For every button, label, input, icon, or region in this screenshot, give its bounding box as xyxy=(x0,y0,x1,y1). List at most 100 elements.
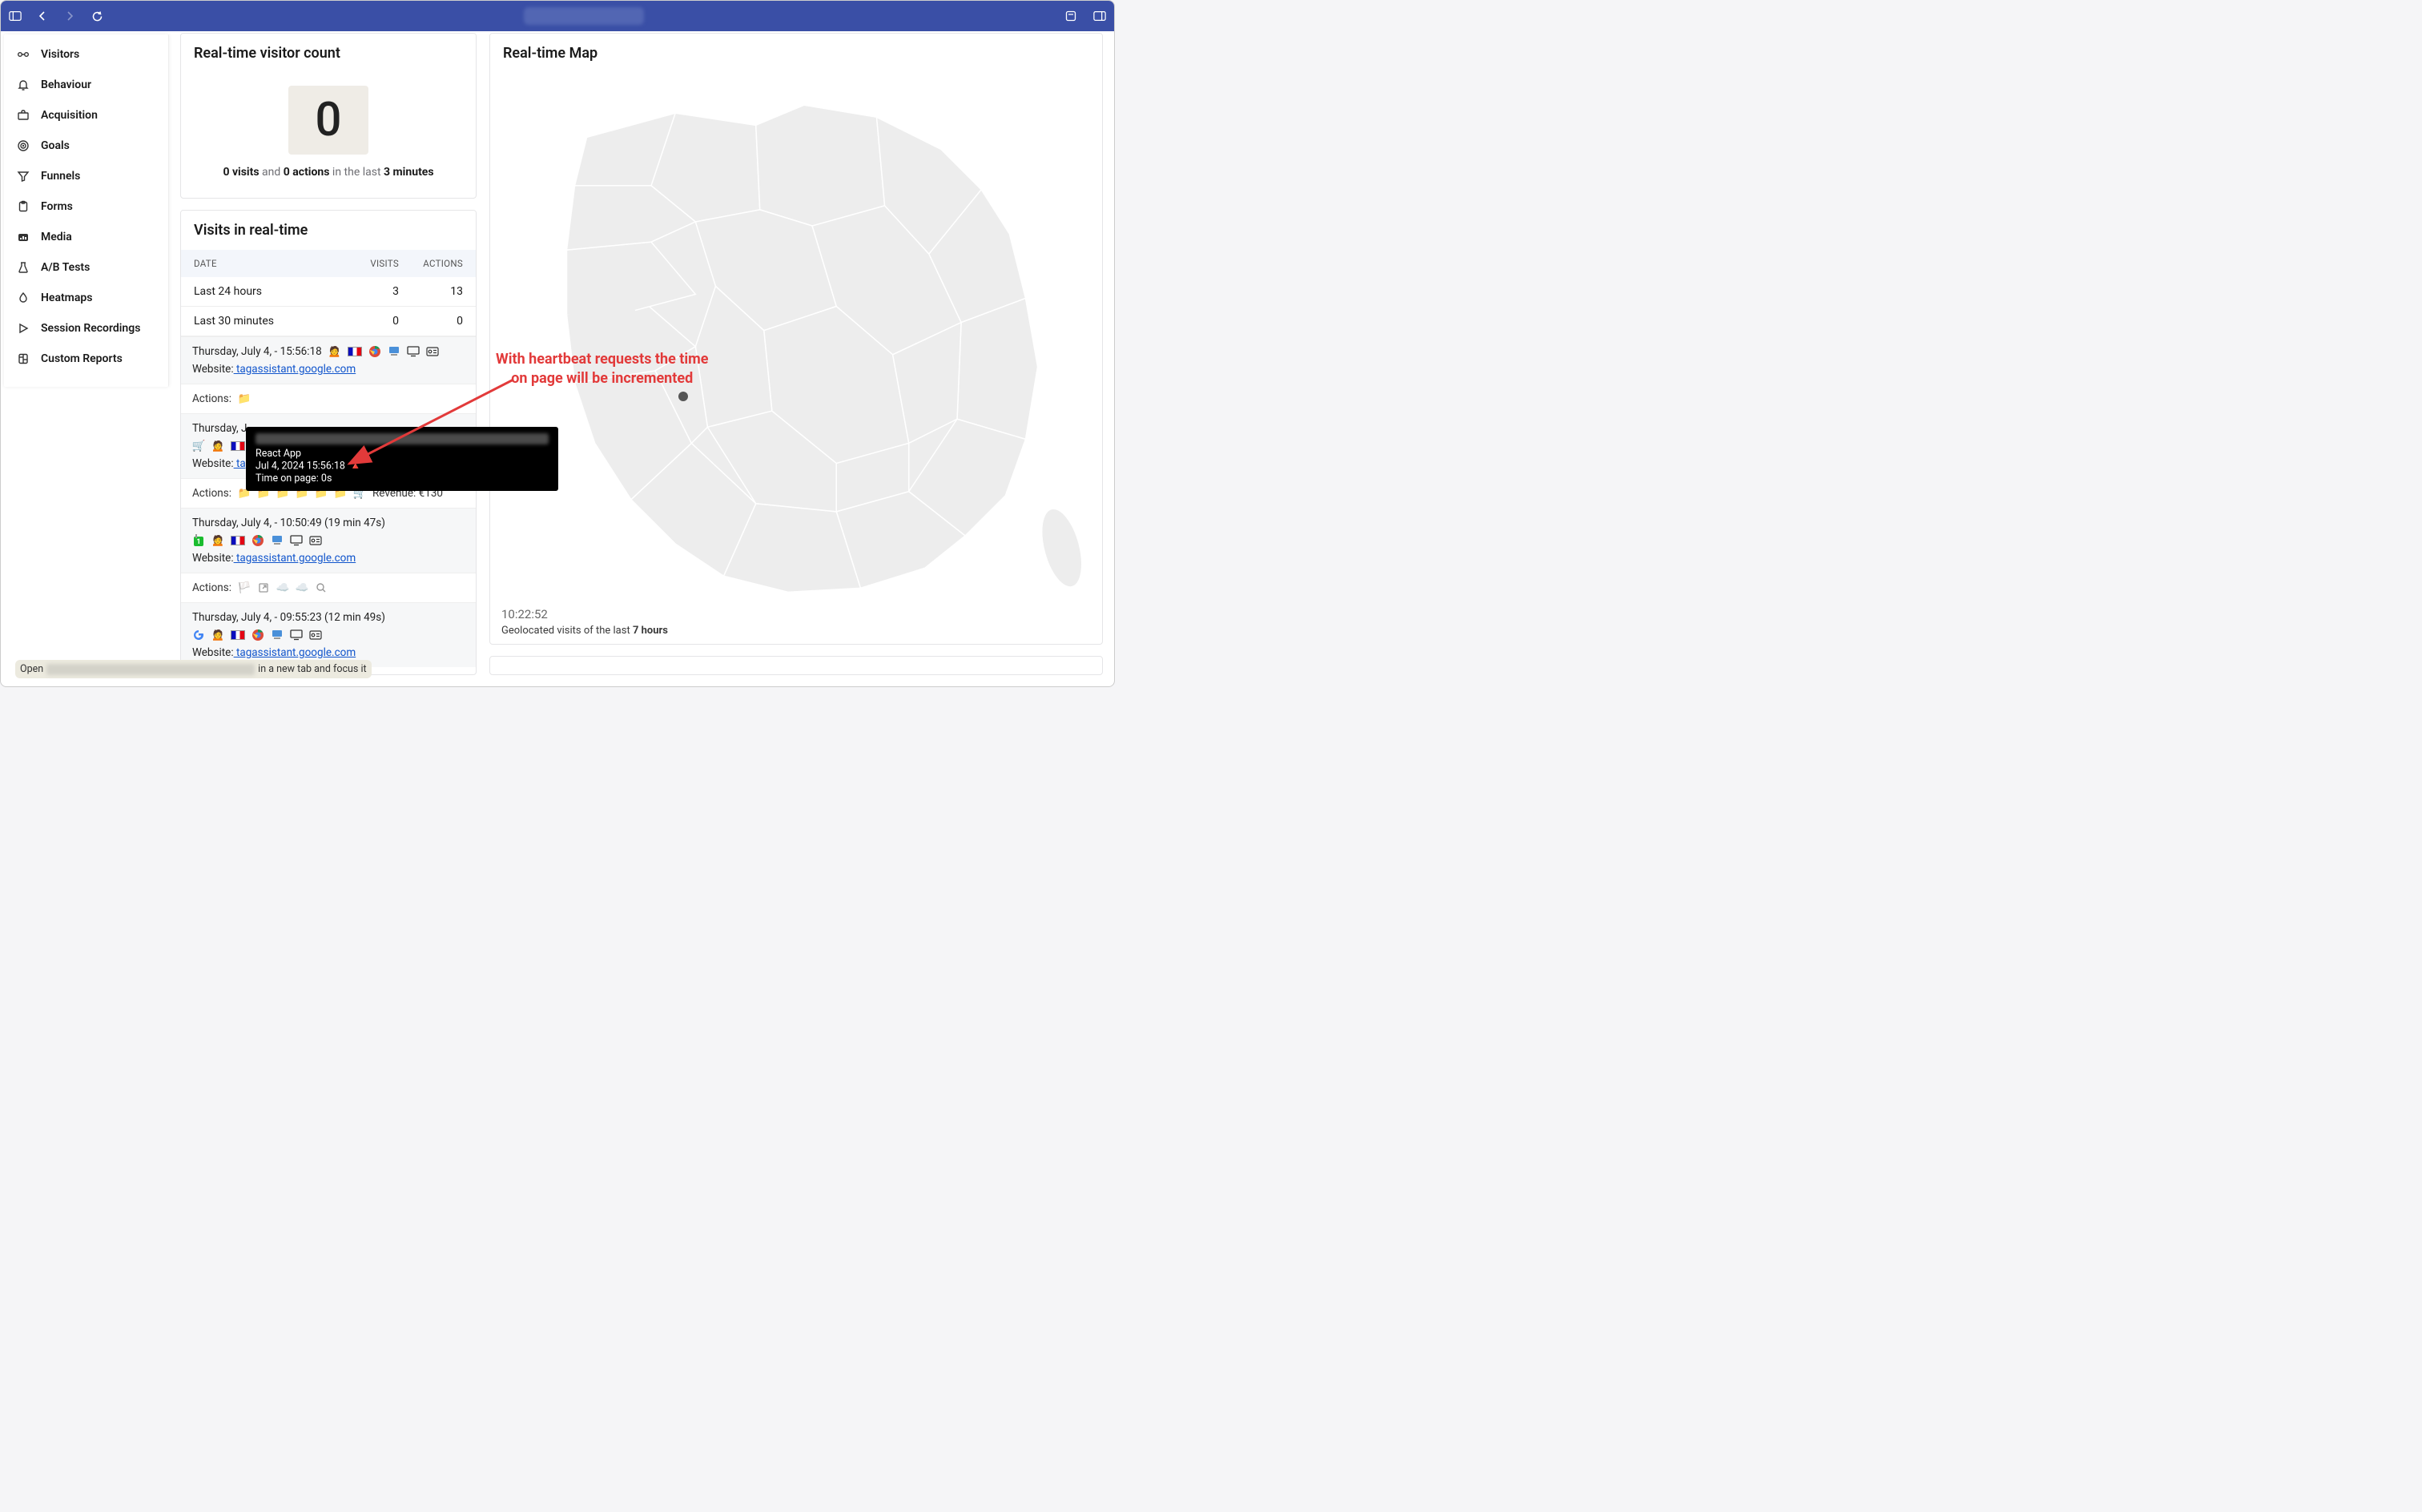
sidebar-item-recordings[interactable]: Session Recordings xyxy=(4,313,168,344)
visit-entry[interactable]: Thursday, July 4, - 09:55:23 (12 min 49s… xyxy=(181,602,476,667)
sidebar-item-label: Acquisition xyxy=(41,109,98,122)
actions-label: Actions: xyxy=(192,487,231,500)
th-actions: ACTIONS xyxy=(399,258,463,269)
statusbar-prefix: Open xyxy=(20,663,43,675)
table-header: DATE VISITS ACTIONS xyxy=(181,250,476,277)
sidebar-item-acquisition[interactable]: Acquisition xyxy=(4,100,168,131)
sidebar-item-heatmaps[interactable]: Heatmaps xyxy=(4,283,168,313)
statusbar-url-blur xyxy=(46,664,255,675)
caption-visits: 0 visits xyxy=(223,166,259,179)
cloud-icon[interactable]: ☁️ xyxy=(296,581,308,594)
website-link[interactable]: tagassistant.google.com xyxy=(234,552,356,565)
sidebar-item-label: Custom Reports xyxy=(41,352,123,365)
drop-icon xyxy=(17,292,30,304)
annotation-text: With heartbeat requests the time on page… xyxy=(496,350,708,389)
visit-timestamp: Thursday, July 4, - 09:55:23 (12 min 49s… xyxy=(192,611,385,624)
row-visits: 3 xyxy=(343,285,399,298)
caption-actions: 0 actions xyxy=(284,166,330,179)
sidebar-item-abtests[interactable]: A/B Tests xyxy=(4,252,168,283)
sidebar: Visitors Behaviour Acquisition Goals Fun… xyxy=(4,34,169,387)
folder-icon[interactable]: 📁 xyxy=(238,392,251,405)
website-link[interactable]: tagassistant.google.com xyxy=(234,646,356,659)
sidebar-item-forms[interactable]: Forms xyxy=(4,191,168,222)
play-icon xyxy=(17,322,30,335)
share-icon[interactable] xyxy=(1064,10,1077,22)
map-card: Real-time Map xyxy=(489,33,1103,645)
reload-icon[interactable] xyxy=(91,10,103,22)
funnel-icon xyxy=(17,170,30,183)
caption-and: and xyxy=(260,166,284,179)
id-icon xyxy=(309,629,322,641)
sidebar-item-goals[interactable]: Goals xyxy=(4,131,168,161)
flag-icon[interactable]: 🏳️ xyxy=(238,581,251,594)
desktop-icon xyxy=(407,345,420,358)
visitor-count-caption: 0 visits and 0 actions in the last 3 min… xyxy=(181,155,476,188)
website-link[interactable]: tagassistant.google.com xyxy=(234,363,356,376)
back-icon[interactable] xyxy=(36,10,49,22)
svg-text:1: 1 xyxy=(196,538,200,546)
flag-france-icon xyxy=(231,536,245,545)
external-link-icon[interactable] xyxy=(257,581,270,594)
row-actions: 13 xyxy=(399,285,463,298)
annotation-line2: on page will be incremented xyxy=(496,369,708,388)
sidebar-item-behaviour[interactable]: Behaviour xyxy=(4,70,168,100)
mac-icon xyxy=(271,534,284,547)
user-icon: 🙍 xyxy=(211,629,224,641)
website-label: Website: xyxy=(192,552,234,565)
titlebar xyxy=(1,1,1114,31)
card-title: Visits in real-time xyxy=(181,211,476,250)
sidebar-item-label: Forms xyxy=(41,200,73,213)
map-marker[interactable] xyxy=(678,392,688,401)
cart-icon: 🛒 xyxy=(192,440,205,452)
table-row[interactable]: Last 24 hours 3 13 xyxy=(181,277,476,307)
visit-timestamp: Thursday, J xyxy=(192,422,247,435)
mac-icon xyxy=(271,629,284,641)
google-icon xyxy=(192,629,205,641)
th-date: DATE xyxy=(194,258,343,269)
desktop-icon xyxy=(290,629,303,641)
row-date: Last 30 minutes xyxy=(194,315,343,328)
user-icon: 🙍 xyxy=(328,345,341,358)
user-icon: 🙍 xyxy=(211,534,224,547)
media-icon xyxy=(17,231,30,243)
status-bar: Open in a new tab and focus it xyxy=(15,660,372,678)
chrome-icon xyxy=(251,534,264,547)
actions-label: Actions: xyxy=(192,581,231,594)
id-icon xyxy=(309,534,322,547)
tooltip-timestamp: Jul 4, 2024 15:56:18 xyxy=(255,460,345,472)
caption-minutes: 3 minutes xyxy=(384,166,434,179)
sidebar-item-label: Media xyxy=(41,231,72,243)
search-icon[interactable] xyxy=(315,581,328,594)
actions-row: Actions: 🏳️ ☁️ ☁️ xyxy=(181,573,476,602)
sidebar-item-media[interactable]: Media xyxy=(4,222,168,252)
row-date: Last 24 hours xyxy=(194,285,343,298)
id-icon xyxy=(426,345,439,358)
sidebar-item-label: Session Recordings xyxy=(41,322,140,335)
cloud-icon[interactable]: ☁️ xyxy=(276,581,289,594)
sidebar-item-visitors[interactable]: Visitors xyxy=(4,39,168,70)
table-row[interactable]: Last 30 minutes 0 0 xyxy=(181,307,476,336)
visit-entry[interactable]: Thursday, July 4, - 10:50:49 (19 min 47s… xyxy=(181,508,476,573)
panel-right-icon[interactable] xyxy=(1093,10,1106,22)
tooltip-time-on-page: Time on page: 0s xyxy=(255,472,549,485)
sidebar-toggle-icon[interactable] xyxy=(9,10,22,22)
sidebar-item-label: Funnels xyxy=(41,170,80,183)
sidebar-item-reports[interactable]: Custom Reports xyxy=(4,344,168,374)
annotation-line1: With heartbeat requests the time xyxy=(496,350,708,369)
visitors-icon xyxy=(17,48,30,61)
website-label: Website: xyxy=(192,363,234,376)
visit-timestamp: Thursday, July 4, - 15:56:18 xyxy=(192,345,322,358)
target-icon xyxy=(17,139,30,152)
chrome-icon xyxy=(368,345,381,358)
clipboard-icon xyxy=(17,200,30,213)
statusbar-suffix: in a new tab and focus it xyxy=(258,663,366,675)
app-window: Visitors Behaviour Acquisition Goals Fun… xyxy=(0,0,1115,687)
map-caption-bold: 7 hours xyxy=(633,625,668,637)
sidebar-item-label: A/B Tests xyxy=(41,261,90,274)
url-mask xyxy=(524,7,644,25)
map-time: 10:22:52 xyxy=(501,607,668,621)
visit-timestamp: Thursday, July 4, - 10:50:49 (19 min 47s… xyxy=(192,517,385,529)
sidebar-item-funnels[interactable]: Funnels xyxy=(4,161,168,191)
th-visits: VISITS xyxy=(343,258,399,269)
bell-icon xyxy=(17,78,30,91)
